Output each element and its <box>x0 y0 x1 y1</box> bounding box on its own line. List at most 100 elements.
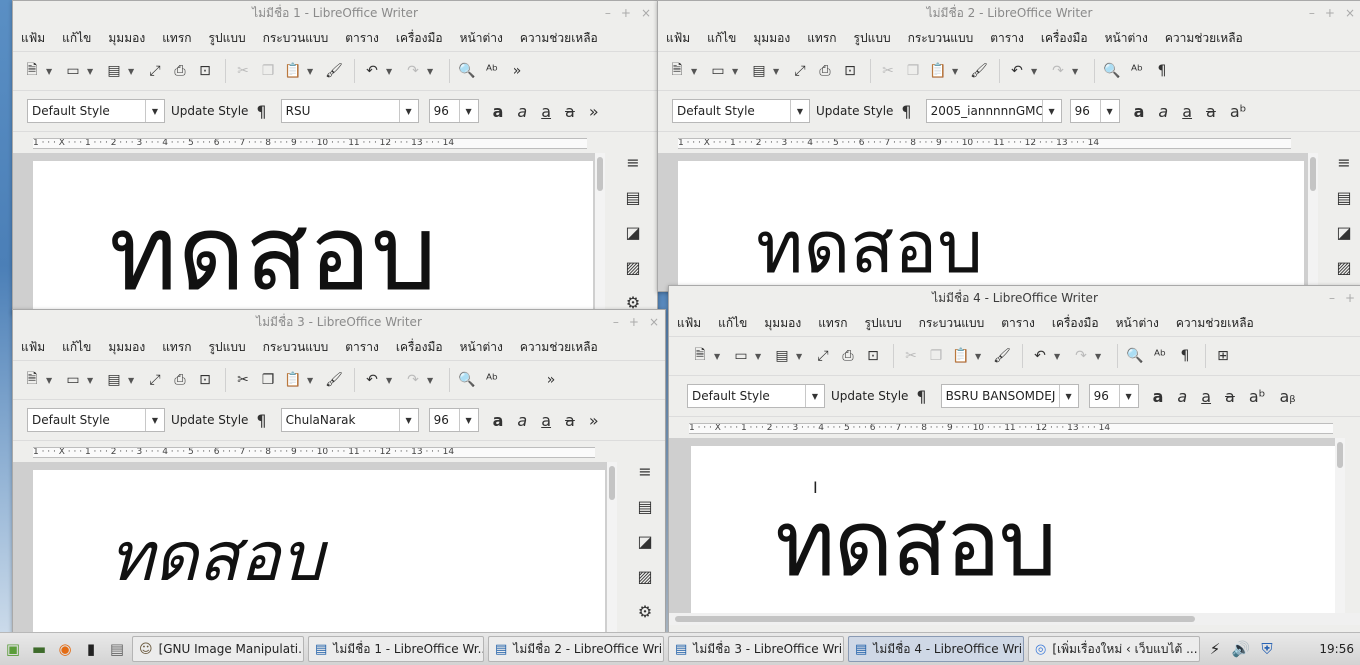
formatting-marks-icon[interactable]: ¶ <box>1151 60 1173 82</box>
navigator-icon[interactable]: ⚙ <box>638 602 652 621</box>
strikethrough-icon[interactable]: a <box>565 102 575 121</box>
sidebar-menu-icon[interactable]: ≡ <box>1337 153 1350 172</box>
save-icon[interactable]: ▤ <box>103 60 125 82</box>
menu-file[interactable]: แฟ้ม <box>21 338 45 357</box>
properties-icon[interactable]: ▤ <box>1336 188 1351 207</box>
menu-edit[interactable]: แก้ไข <box>62 29 91 48</box>
menu-file[interactable]: แฟ้ม <box>677 314 701 333</box>
update-style-button[interactable]: Update Style <box>816 104 893 118</box>
volume-icon[interactable]: 🔊 <box>1228 636 1254 662</box>
menu-file[interactable]: แฟ้ม <box>666 29 690 48</box>
redo-icon[interactable]: ↷ <box>402 369 424 391</box>
menu-view[interactable]: มุมมอง <box>108 29 145 48</box>
close-icon[interactable]: × <box>1345 1 1355 25</box>
menu-format[interactable]: รูปแบบ <box>209 338 246 357</box>
print-preview-icon[interactable]: ⊡ <box>194 60 216 82</box>
find-icon[interactable]: 🔍 <box>1124 345 1146 367</box>
task-gimp[interactable]: ☺ [GNU Image Manipulati... <box>132 636 304 662</box>
chevron-down-icon[interactable]: ▼ <box>307 67 317 76</box>
maximize-icon[interactable]: + <box>621 1 631 25</box>
chevron-down-icon[interactable]: ▼ <box>796 352 806 361</box>
paragraph-style-combo[interactable]: Default Style ▼ <box>672 99 810 123</box>
menu-table[interactable]: ตาราง <box>345 338 379 357</box>
superscript-icon[interactable]: aᵇ <box>1249 387 1266 406</box>
chevron-down-icon[interactable]: ▼ <box>773 67 783 76</box>
redo-icon[interactable]: ↷ <box>1047 60 1069 82</box>
strikethrough-icon[interactable]: a <box>1225 387 1235 406</box>
menu-table[interactable]: ตาราง <box>345 29 379 48</box>
task-writer-2[interactable]: ▤ ไม่มีชื่อ 2 - LibreOffice Wri... <box>488 636 664 662</box>
new-document-icon[interactable]: 🗎 <box>689 345 711 367</box>
chevron-down-icon[interactable]: ▼ <box>46 67 56 76</box>
writer-window-4[interactable]: ไม่มีชื่อ 4 - LibreOffice Writer – + แฟ้ม… <box>668 285 1360 634</box>
vertical-scrollbar[interactable] <box>1335 438 1345 613</box>
update-style-button[interactable]: Update Style <box>831 389 908 403</box>
open-icon[interactable]: ▭ <box>730 345 752 367</box>
task-writer-1[interactable]: ▤ ไม่มีชื่อ 1 - LibreOffice Wr... <box>308 636 484 662</box>
task-writer-4[interactable]: ▤ ไม่มีชื่อ 4 - LibreOffice Wri... <box>848 636 1024 662</box>
menu-styles[interactable]: กระบวนแบบ <box>263 29 329 48</box>
print-preview-icon[interactable]: ⊡ <box>839 60 861 82</box>
update-style-button[interactable]: Update Style <box>171 413 248 427</box>
menu-table[interactable]: ตาราง <box>990 29 1024 48</box>
menu-help[interactable]: ความช่วยเหลือ <box>1165 29 1243 48</box>
chevron-down-icon[interactable]: ▼ <box>386 376 396 385</box>
chevron-down-icon[interactable]: ▼ <box>128 67 138 76</box>
minimize-icon[interactable]: – <box>605 1 611 25</box>
vertical-scrollbar[interactable] <box>595 153 605 313</box>
new-document-icon[interactable]: 🗎 <box>21 60 43 82</box>
clone-format-icon[interactable]: 🖌 <box>968 60 990 82</box>
pdf-export-icon[interactable]: ⤢ <box>789 60 811 82</box>
new-style-icon[interactable]: ¶ <box>901 102 911 121</box>
menu-tools[interactable]: เครื่องมือ <box>396 338 443 357</box>
print-icon[interactable]: ⎙ <box>837 345 859 367</box>
chevron-down-icon[interactable]: ▼ <box>87 67 97 76</box>
document-area[interactable]: ทดสอบ <box>13 153 597 313</box>
italic-icon[interactable]: a <box>517 411 527 430</box>
chevron-down-icon[interactable]: ▼ <box>87 376 97 385</box>
chevron-down-icon[interactable]: ▼ <box>1054 352 1064 361</box>
italic-icon[interactable]: a <box>517 102 527 121</box>
new-document-icon[interactable]: 🗎 <box>666 60 688 82</box>
save-icon[interactable]: ▤ <box>103 369 125 391</box>
gallery-icon[interactable]: ▨ <box>1336 258 1351 277</box>
open-icon[interactable]: ▭ <box>62 369 84 391</box>
font-name-combo[interactable]: BSRU BANSOMDEJ ▼ <box>940 384 1079 408</box>
new-style-icon[interactable]: ¶ <box>916 387 926 406</box>
print-preview-icon[interactable]: ⊡ <box>862 345 884 367</box>
formatting-marks-icon[interactable]: ¶ <box>1174 345 1196 367</box>
copy-icon[interactable]: ❐ <box>902 60 924 82</box>
chevron-down-icon[interactable]: ▼ <box>128 376 138 385</box>
menu-format[interactable]: รูปแบบ <box>854 29 891 48</box>
cut-icon[interactable]: ✂ <box>900 345 922 367</box>
maximize-icon[interactable]: + <box>1345 286 1355 310</box>
menu-format[interactable]: รูปแบบ <box>209 29 246 48</box>
properties-icon[interactable]: ▤ <box>625 188 640 207</box>
vertical-scrollbar[interactable] <box>1308 153 1318 291</box>
underline-icon[interactable]: a <box>541 102 551 121</box>
menu-insert[interactable]: แทรก <box>162 338 191 357</box>
underline-icon[interactable]: a <box>1201 387 1211 406</box>
menu-help[interactable]: ความช่วยเหลือ <box>1176 314 1254 333</box>
horizontal-ruler[interactable]: 1 · · · X · · · 1 · · · 2 · · · 3 · · · … <box>658 131 1360 154</box>
document-area[interactable]: ทดสอบ <box>658 153 1308 291</box>
chevron-down-icon[interactable]: ▼ <box>1072 67 1082 76</box>
terminal-icon[interactable]: ▮ <box>78 636 104 662</box>
find-icon[interactable]: 🔍 <box>456 60 478 82</box>
pdf-export-icon[interactable]: ⤢ <box>812 345 834 367</box>
copy-icon[interactable]: ❐ <box>925 345 947 367</box>
menu-styles[interactable]: กระบวนแบบ <box>919 314 985 333</box>
menu-insert[interactable]: แทรก <box>807 29 836 48</box>
bold-icon[interactable]: a <box>1153 387 1164 406</box>
chevron-down-icon[interactable]: ▼ <box>1031 67 1041 76</box>
sidebar-menu-icon[interactable]: ≡ <box>626 153 639 172</box>
cut-icon[interactable]: ✂ <box>877 60 899 82</box>
clone-format-icon[interactable]: 🖌 <box>323 369 345 391</box>
paste-icon[interactable]: 📋 <box>282 369 304 391</box>
new-style-icon[interactable]: ¶ <box>256 102 266 121</box>
chevron-down-icon[interactable]: ▼ <box>952 67 962 76</box>
font-size-combo[interactable]: 96 ▼ <box>428 99 479 123</box>
print-icon[interactable]: ⎙ <box>169 60 191 82</box>
menu-insert[interactable]: แทรก <box>818 314 847 333</box>
print-icon[interactable]: ⎙ <box>169 369 191 391</box>
